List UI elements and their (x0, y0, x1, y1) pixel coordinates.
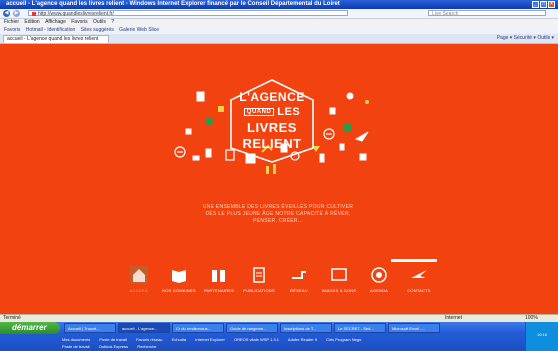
web-page: L'AGENCE QUAND LES LIVRES RELIENT UNE ENS… (0, 44, 558, 314)
menu-help[interactable]: ? (111, 19, 114, 25)
logo-line-3: LIVRES (247, 120, 297, 135)
tagline: UNE ENSEMBLE DES LIVRES ÉVEILLÉS POUR CU… (178, 204, 378, 225)
taskbar-item[interactable]: Guide de rangeme... (226, 323, 278, 333)
logo-line-2: QUAND LES (229, 106, 315, 118)
square-icon (185, 128, 192, 135)
site-logo[interactable]: L'AGENCE QUAND LES LIVRES RELIENT (229, 78, 315, 164)
green-book-icon (343, 124, 351, 132)
maximize-button[interactable]: □ (540, 1, 547, 8)
address-field[interactable]: http://www.quandleslivresrelient.fr/ (28, 10, 348, 17)
arrow-icon (192, 155, 200, 161)
quick-launch-row-2: Poste de travail Outlook Express Recherc… (62, 343, 482, 350)
menu-favorites[interactable]: Favoris (71, 19, 87, 25)
status-bar: Terminé Internet 100% (0, 314, 558, 322)
window-title: accueil - L'agence quand les livres reli… (6, 1, 340, 7)
status-text: Terminé (3, 315, 21, 321)
figure-icon (205, 148, 212, 158)
quick-launch-item[interactable]: Outlook Express (99, 344, 128, 349)
menu-view[interactable]: Affichage (45, 19, 66, 25)
figure-icon (319, 153, 325, 163)
main-navigation: ACCUEIL NOS DOMAINES PARTENAIRES PUBLICA… (120, 266, 450, 306)
close-button[interactable]: × (548, 1, 555, 8)
site-favicon-icon (32, 11, 36, 16)
tagline-line: PENSER, CRÉER... (253, 218, 303, 224)
quick-launch-item[interactable]: Clés Program Nego (326, 337, 361, 342)
favorite-link-suggested[interactable]: Sites suggérés (81, 27, 114, 33)
house-icon (130, 266, 148, 284)
taskbar-item[interactable]: Le SECRET - Sed... (334, 323, 386, 333)
quick-launch-item[interactable]: Mes documents (62, 337, 90, 342)
clock[interactable]: 10:16 (526, 332, 558, 337)
network-icon (290, 266, 308, 284)
menu-bar: Fichier Edition Affichage Favoris Outils… (0, 19, 558, 26)
nav-nos-domaines[interactable]: NOS DOMAINES (160, 266, 198, 293)
favorite-link-hotmail[interactable]: Hotmail - Identification (26, 27, 75, 33)
yellow-square-icon (218, 106, 224, 112)
document-icon (250, 266, 268, 284)
nav-partenaires[interactable]: PARTENAIRES (200, 266, 238, 293)
target-icon (370, 266, 388, 284)
dot-icon (346, 92, 354, 100)
taskbar-item[interactable]: Accueil | Trouvé... (64, 323, 116, 333)
favorite-link-webslice[interactable]: Galerie Web Slice (119, 27, 159, 33)
menu-tools[interactable]: Outils (93, 19, 106, 25)
window-controls: _ □ × (532, 1, 555, 8)
taskbar-item[interactable]: Microsoft Excel -... (388, 323, 440, 333)
command-bar[interactable]: Page ▾ Sécurité ▾ Outils ▾ (497, 34, 554, 43)
quick-launch-item[interactable]: Poste de travail (99, 337, 127, 342)
quick-launch-item[interactable]: Recherche (137, 344, 156, 349)
quick-launch: Mes documents Poste de travail Favoris r… (62, 336, 482, 343)
yellow-dot-icon (365, 100, 369, 104)
logo-line-1: L'AGENCE (239, 90, 305, 104)
taskbar-item[interactable]: Inscriptions de T... (280, 323, 332, 333)
quick-launch-item[interactable]: Echodia (172, 337, 186, 342)
menu-edit[interactable]: Edition (24, 19, 39, 25)
tab-bar: accueil - L'agence quand les livres reli… (0, 34, 558, 44)
window-titlebar: accueil - L'agence quand les livres reli… (0, 0, 558, 9)
forward-button[interactable]: ▶ (13, 10, 20, 17)
people-icon (210, 266, 228, 284)
nav-reseau[interactable]: RÉSEAU (280, 266, 318, 293)
tab-accueil[interactable]: accueil - L'agence quand les livres reli… (3, 35, 109, 43)
star-burst-icon (410, 266, 428, 284)
quick-launch-item[interactable]: Adobe Reader 9 (288, 337, 317, 342)
tagline-line: UNE ENSEMBLE DES LIVRES ÉVEILLÉS POUR CU… (202, 204, 354, 210)
address-toolbar: ◀ ▶ http://www.quandleslivresrelient.fr/… (0, 9, 558, 19)
start-button[interactable]: démarrer (0, 322, 60, 334)
screen-icon (330, 266, 348, 284)
taskbar-item[interactable]: Cr du rendezvous... (172, 323, 224, 333)
address-url: http://www.quandleslivresrelient.fr/ (38, 11, 114, 17)
taskbar-item-active[interactable]: accueil - L'agence... (118, 323, 170, 333)
minimize-button[interactable]: _ (532, 1, 539, 8)
book-icon (196, 91, 205, 102)
star-burst-icon (354, 131, 369, 142)
open-book-icon (170, 266, 188, 284)
favorites-button[interactable]: Favoris (4, 27, 20, 33)
nav-publications[interactable]: PUBLICATIONS (240, 266, 278, 293)
quick-launch-item[interactable]: OREOS vitale WSP 1.3.1 (234, 337, 279, 342)
search-input[interactable]: Live Search (428, 10, 546, 17)
taskbar: démarrer Accueil | Trouvé... accueil - L… (0, 322, 558, 351)
nav-images-sons[interactable]: IMAGES & SONS (320, 266, 358, 293)
menu-file[interactable]: Fichier (4, 19, 19, 25)
logo-box-word: QUAND (243, 108, 275, 117)
yellow-figure-icon (266, 166, 269, 174)
square-icon (329, 107, 336, 115)
logo-line-4: RELIENT (242, 136, 302, 151)
nav-accueil[interactable]: ACCUEIL (120, 266, 158, 293)
quick-launch-item[interactable]: Internet Explorer (195, 337, 225, 342)
tagline-line: DÈS LE PLUS JEUNE ÂGE NOTRE CAPACITÉ À R… (205, 211, 351, 217)
security-zone: Internet (445, 315, 462, 321)
quick-launch-item[interactable]: Favoris réseau (136, 337, 162, 342)
square-icon (359, 153, 367, 161)
zoom-level[interactable]: 100% (525, 315, 538, 322)
quick-launch-item[interactable]: Poste de travail (62, 344, 90, 349)
active-indicator-bar (391, 259, 437, 262)
system-tray: 10:16 (525, 322, 558, 351)
nav-agenda[interactable]: AGENDA (360, 266, 398, 293)
nav-contacts[interactable]: CONTACTS (400, 266, 438, 293)
back-button[interactable]: ◀ (3, 10, 10, 17)
figure-icon (339, 143, 345, 151)
green-dot-icon (205, 117, 213, 125)
